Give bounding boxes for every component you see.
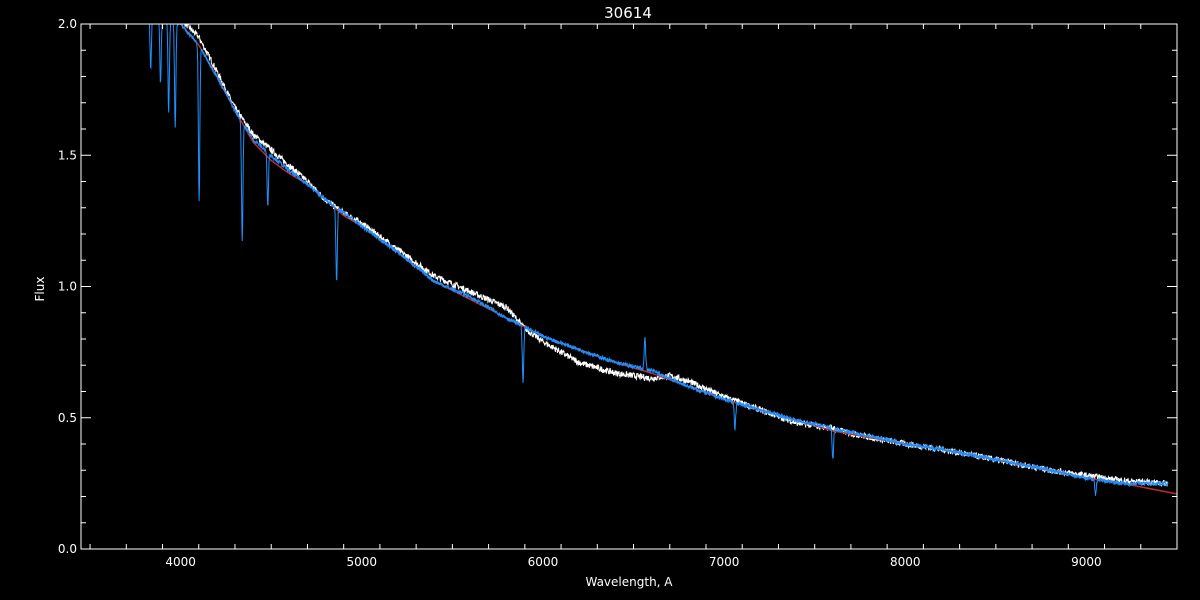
x-tick-label: 8000 <box>890 555 921 569</box>
y-axis-label: Flux <box>33 277 47 302</box>
x-tick-label: 5000 <box>347 555 378 569</box>
x-axis-label: Wavelength, A <box>585 575 673 589</box>
y-tick-label: 1.5 <box>58 148 77 162</box>
y-tick-label: 2.0 <box>58 17 77 31</box>
x-tick-label: 7000 <box>709 555 740 569</box>
chart-title: 30614 <box>604 4 652 22</box>
spectrum-chart: 30614 4000 5000 6000 7000 8000 9000 0.0 0.5 1.0 1… <box>0 0 1200 600</box>
x-tick-label: 9000 <box>1071 555 1102 569</box>
x-tick-label: 4000 <box>165 555 196 569</box>
y-tick-label: 0.5 <box>58 411 77 425</box>
chart-background <box>0 0 1200 600</box>
y-tick-label: 1.0 <box>58 280 77 294</box>
x-tick-label: 6000 <box>528 555 559 569</box>
y-tick-label: 0.0 <box>58 542 77 556</box>
